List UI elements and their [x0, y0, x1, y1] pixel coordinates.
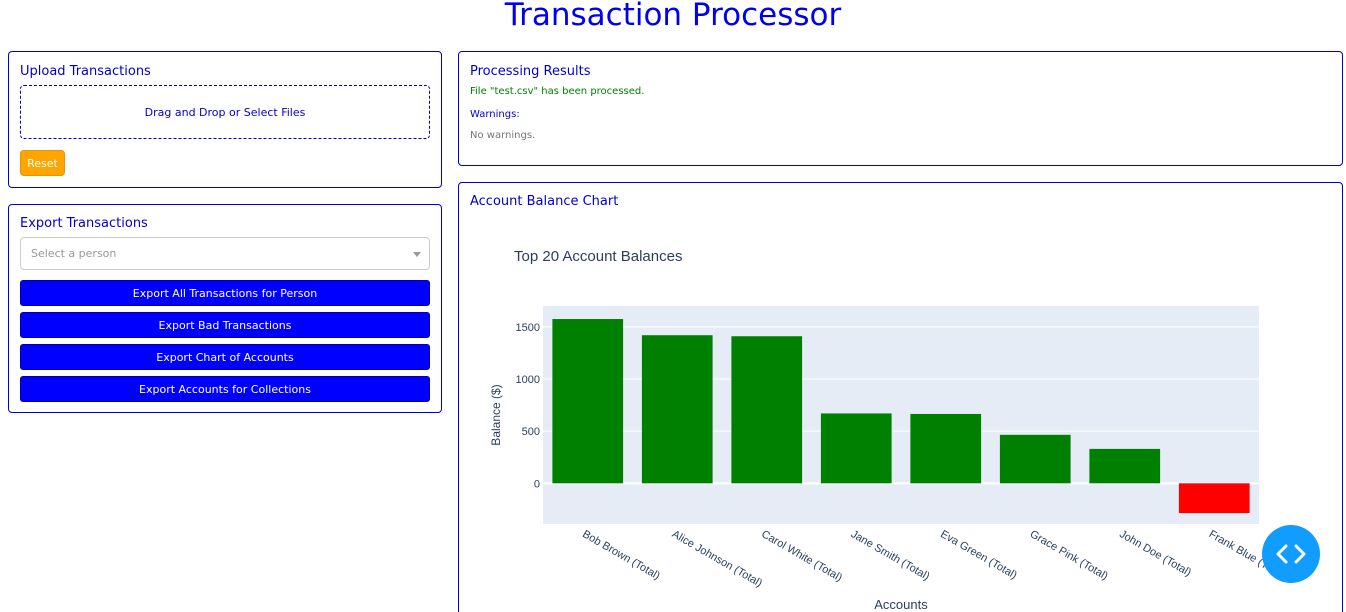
upload-panel-title: Upload Transactions [20, 64, 151, 79]
export-panel: Export Transactions Select a person Expo… [8, 204, 442, 413]
x-axis-label: Accounts [874, 597, 928, 612]
y-tick-label: 1500 [516, 322, 540, 334]
x-tick-label: Jane Smith (Total) [849, 528, 932, 583]
results-panel-title: Processing Results [470, 64, 591, 79]
chart-bar [552, 319, 624, 484]
chart-bar [999, 434, 1071, 484]
processed-message: File "test.csv" has been processed. [470, 86, 645, 97]
export-bad-transactions-button[interactable]: Export Bad Transactions [20, 312, 430, 338]
warnings-heading: Warnings: [470, 109, 520, 120]
y-axis-label: Balance ($) [489, 384, 503, 445]
results-panel: Processing Results File "test.csv" has b… [458, 51, 1343, 166]
x-tick-label: Alice Johnson (Total) [670, 528, 764, 589]
chevron-down-icon [413, 252, 421, 257]
warnings-text: No warnings. [470, 130, 536, 141]
x-tick-label: Bob Brown (Total) [580, 528, 662, 582]
upload-panel: Upload Transactions Drag and Drop or Sel… [8, 51, 442, 188]
page-title: Transaction Processor [504, 0, 842, 33]
export-all-transactions-button[interactable]: Export All Transactions for Person [20, 280, 430, 306]
x-tick-label: John Doe (Total) [1117, 528, 1193, 579]
code-toggle-button[interactable] [1262, 525, 1320, 583]
chart-bar [731, 336, 803, 484]
chart-bar [910, 413, 982, 484]
chart-bar [641, 335, 713, 484]
chart-title: Top 20 Account Balances [514, 248, 682, 265]
chart-bar [1178, 483, 1250, 514]
reset-button[interactable]: Reset [20, 150, 65, 176]
y-tick-label: 1000 [516, 374, 540, 386]
dropzone-label: Drag and Drop or Select Files [144, 105, 306, 119]
y-tick-label: 500 [522, 426, 540, 438]
chart-bar [820, 413, 892, 484]
person-select[interactable]: Select a person [20, 237, 430, 270]
chart-bar [1089, 448, 1161, 484]
x-tick-label: Grace Pink (Total) [1028, 528, 1110, 582]
chart-panel: Account Balance Chart Top 20 Account Bal… [458, 182, 1343, 612]
export-collections-button[interactable]: Export Accounts for Collections [20, 376, 430, 402]
export-chart-of-accounts-button[interactable]: Export Chart of Accounts [20, 344, 430, 370]
x-tick-label: Carol White (Total) [759, 528, 844, 584]
account-balance-chart[interactable]: Top 20 Account Balances 0 500 1000 1500 Bob B… [459, 183, 1342, 612]
x-tick-label: Eva Green (Total) [938, 528, 1019, 581]
person-select-placeholder: Select a person [31, 247, 117, 260]
code-icon [1276, 544, 1306, 564]
y-tick-label: 0 [534, 478, 540, 490]
file-dropzone[interactable]: Drag and Drop or Select Files [20, 85, 430, 139]
export-panel-title: Export Transactions [20, 216, 148, 231]
